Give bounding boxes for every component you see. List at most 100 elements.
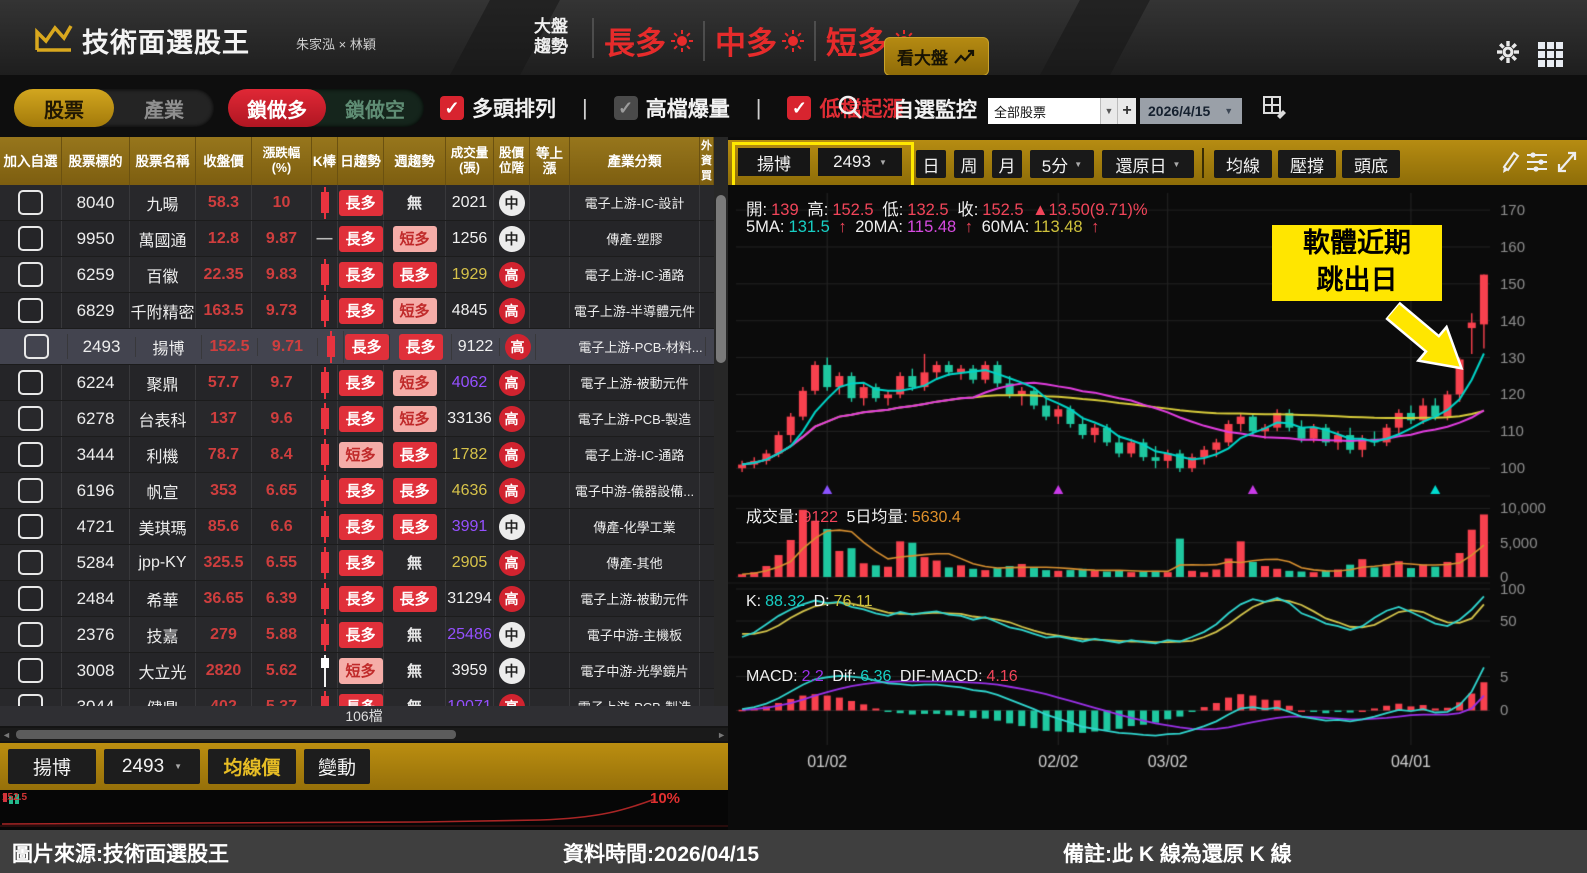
column-header-6[interactable]: 日趨勢 xyxy=(338,137,384,185)
column-header-11[interactable]: 產業分類 xyxy=(570,137,700,185)
table-row-2484[interactable]: 2484 希華 36.65 6.39 長多 長多 31294 高 電子上游-被動元件 xyxy=(0,581,714,617)
table-row-5284[interactable]: 5284 jpp-KY 325.5 6.55 長多 無 2905 高 傳產-其他 xyxy=(0,545,714,581)
row-checkbox[interactable] xyxy=(18,442,43,467)
table-row-3044[interactable]: 3044健鼎4025.37 長多無 10071 高 電子上游-PCB-製造 xyxy=(0,689,714,706)
table-row-6278[interactable]: 6278 台表科 137 9.6 長多 短多 33136 高 電子上游-PCB-製造 xyxy=(0,401,714,437)
column-header-3[interactable]: 收盤價 xyxy=(196,137,252,185)
search-icon[interactable] xyxy=(836,93,864,121)
row-checkbox[interactable] xyxy=(18,514,43,539)
kd-info-line: K: 88.32 D: 76.11 xyxy=(746,593,873,610)
macd-info-line: MACD: 2.2 Dif: 6.36 DIF-MACD: 4.16 xyxy=(746,668,1018,685)
row-checkbox[interactable] xyxy=(18,658,43,683)
annotation-callout: 軟體近期 跳出日 xyxy=(1272,225,1442,301)
bottom-stock-code-select[interactable]: 2493 ▼ xyxy=(104,749,200,784)
checkbox-icon[interactable]: ✓ xyxy=(613,96,638,120)
column-header-10[interactable]: 等上漲 xyxy=(530,137,570,185)
checkbox-icon[interactable]: ✓ xyxy=(787,96,812,120)
period-button-月[interactable]: 月 xyxy=(992,150,1022,178)
change-pct: 5.88 xyxy=(252,617,312,652)
change-button[interactable]: 變動 xyxy=(304,749,370,784)
gear-icon[interactable] xyxy=(1496,40,1520,64)
add-watch-button[interactable]: + xyxy=(1117,98,1136,124)
wait-rise xyxy=(530,221,570,256)
scroll-right-arrow[interactable]: ► xyxy=(717,730,726,740)
column-header-7[interactable]: 週趨勢 xyxy=(384,137,446,185)
row-checkbox[interactable] xyxy=(18,370,43,395)
chart-stock-code: 2493 xyxy=(833,152,871,171)
lock-long-button[interactable]: 鎖做多 xyxy=(228,89,326,127)
tab-stock[interactable]: 股票 xyxy=(14,89,114,127)
bottom-stock-name[interactable]: 揚博 xyxy=(8,749,96,784)
tool-button-0[interactable]: 均線 xyxy=(1214,150,1272,178)
industry: 傳產-塑膠 xyxy=(570,221,700,256)
expand-icon[interactable] xyxy=(1556,150,1578,174)
table-edit-icon[interactable] xyxy=(1262,95,1288,121)
column-header-8[interactable]: 成交量 (張) xyxy=(446,137,494,185)
row-checkbox[interactable] xyxy=(24,334,49,359)
tab-industry[interactable]: 產業 xyxy=(114,89,214,127)
table-row-9950[interactable]: 9950 萬國通 12.8 9.87— 長多 短多 1256 中 傳產-塑膠 xyxy=(0,221,714,257)
filter-checkbox-0[interactable]: ✓ 多頭排列 xyxy=(440,93,556,123)
row-checkbox[interactable] xyxy=(18,226,43,251)
filter-checkbox-1[interactable]: ✓ 高檔爆量 xyxy=(613,93,730,123)
close-price: 2820 xyxy=(196,653,252,688)
column-header-12[interactable]: 外資買 xyxy=(700,137,714,185)
row-checkbox[interactable] xyxy=(18,262,43,287)
column-header-4[interactable]: 漲跌幅 (%) xyxy=(252,137,312,185)
table-row-6224[interactable]: 6224 聚鼎 57.7 9.7 長多 短多 4062 高 電子上游-被動元件 xyxy=(0,365,714,401)
date-select[interactable]: 2026/4/15 ▼ xyxy=(1140,98,1242,124)
trend-badge: 無 xyxy=(406,555,422,572)
volume: 1256 xyxy=(446,221,494,256)
table-row-4721[interactable]: 4721 美琪瑪 85.6 6.6 長多 長多 3991 中 傳產-化學工業 xyxy=(0,509,714,545)
row-checkbox[interactable] xyxy=(18,586,43,611)
pencil-icon[interactable] xyxy=(1500,149,1520,175)
table-row-2376[interactable]: 2376 技嘉 279 5.88 長多 無 25486 中 電子中游-主機板 xyxy=(0,617,714,653)
column-header-9[interactable]: 股價 位階 xyxy=(494,137,530,185)
restore-select[interactable]: 還原日 ▼ xyxy=(1102,150,1194,178)
scroll-left-arrow[interactable]: ◄ xyxy=(2,730,11,740)
row-checkbox[interactable] xyxy=(18,694,43,706)
scrollbar-thumb[interactable] xyxy=(16,730,456,739)
table-row-6829[interactable]: 6829 千附精密 163.5 9.73 長多 短多 4845 高 電子上游-半導體元件 xyxy=(0,293,714,329)
ma-price-button[interactable]: 均線價 xyxy=(208,749,296,784)
footer-note: 備註:此 K 線為還原 K 線 xyxy=(1063,843,1292,866)
tool-button-2[interactable]: 頭底 xyxy=(1342,150,1400,178)
change-pct: 6.6 xyxy=(252,509,312,544)
apps-grid-icon[interactable] xyxy=(1538,42,1563,67)
view-market-button[interactable]: 看大盤 xyxy=(884,37,989,76)
lock-short-button[interactable]: 鎖做空 xyxy=(326,89,424,127)
stock-name: 技嘉 xyxy=(130,617,196,652)
sliders-icon[interactable] xyxy=(1526,150,1548,174)
row-checkbox[interactable] xyxy=(18,478,43,503)
period-button-周[interactable]: 周 xyxy=(954,150,984,178)
table-row-8040[interactable]: 8040 九暘 58.3 10 長多 無 2021 中 電子上游-IC-設計 xyxy=(0,185,714,221)
table-row-3444[interactable]: 3444 利機 78.7 8.4 短多 長多 1782 高 電子上游-IC-通路 xyxy=(0,437,714,473)
period-button-日[interactable]: 日 xyxy=(916,150,946,178)
table-row-6196[interactable]: 6196 帆宣 353 6.65 長多 長多 4636 高 電子中游-儀器設備... xyxy=(0,473,714,509)
column-header-1[interactable]: 股票標的 xyxy=(62,137,130,185)
column-header-5[interactable]: K棒 xyxy=(312,137,338,185)
divider xyxy=(592,18,594,58)
column-header-0[interactable]: 加入自選 xyxy=(0,137,62,185)
row-checkbox[interactable] xyxy=(18,622,43,647)
row-checkbox[interactable] xyxy=(18,550,43,575)
table-row-3008[interactable]: 3008 大立光 2820 5.62 短多 無 3959 中 電子中游-光學鏡片 xyxy=(0,653,714,689)
scrollbar-thumb[interactable] xyxy=(716,195,726,363)
column-header-2[interactable]: 股票名稱 xyxy=(130,137,196,185)
kbar-red-candle xyxy=(320,690,330,706)
chart-stock-code-select[interactable]: 2493 ▼ xyxy=(818,148,902,176)
volume: 33136 xyxy=(446,401,494,436)
chart-stock-name-field[interactable]: 揚博 xyxy=(738,148,810,176)
table-row-6259[interactable]: 6259 百徽 22.35 9.83 長多 長多 1929 高 電子上游-IC-通路 xyxy=(0,257,714,293)
row-checkbox[interactable] xyxy=(18,190,43,215)
checkbox-icon[interactable]: ✓ xyxy=(440,96,464,120)
stock-chart-canvas[interactable] xyxy=(728,185,1587,790)
table-row-2493[interactable]: 2493 揚博 152.5 9.71 長多 長多 9122 高 電子上游-PCB-材料... xyxy=(0,329,714,365)
watch-select[interactable]: 全部股票 ▼ + xyxy=(988,98,1136,124)
chevron-down-icon[interactable]: ▼ xyxy=(1100,98,1117,124)
tool-button-1[interactable]: 壓撐 xyxy=(1278,150,1336,178)
row-checkbox[interactable] xyxy=(18,298,43,323)
trend-badge-1: 中多 xyxy=(715,18,804,63)
minute-select[interactable]: 5分 ▼ xyxy=(1030,150,1094,178)
row-checkbox[interactable] xyxy=(18,406,43,431)
